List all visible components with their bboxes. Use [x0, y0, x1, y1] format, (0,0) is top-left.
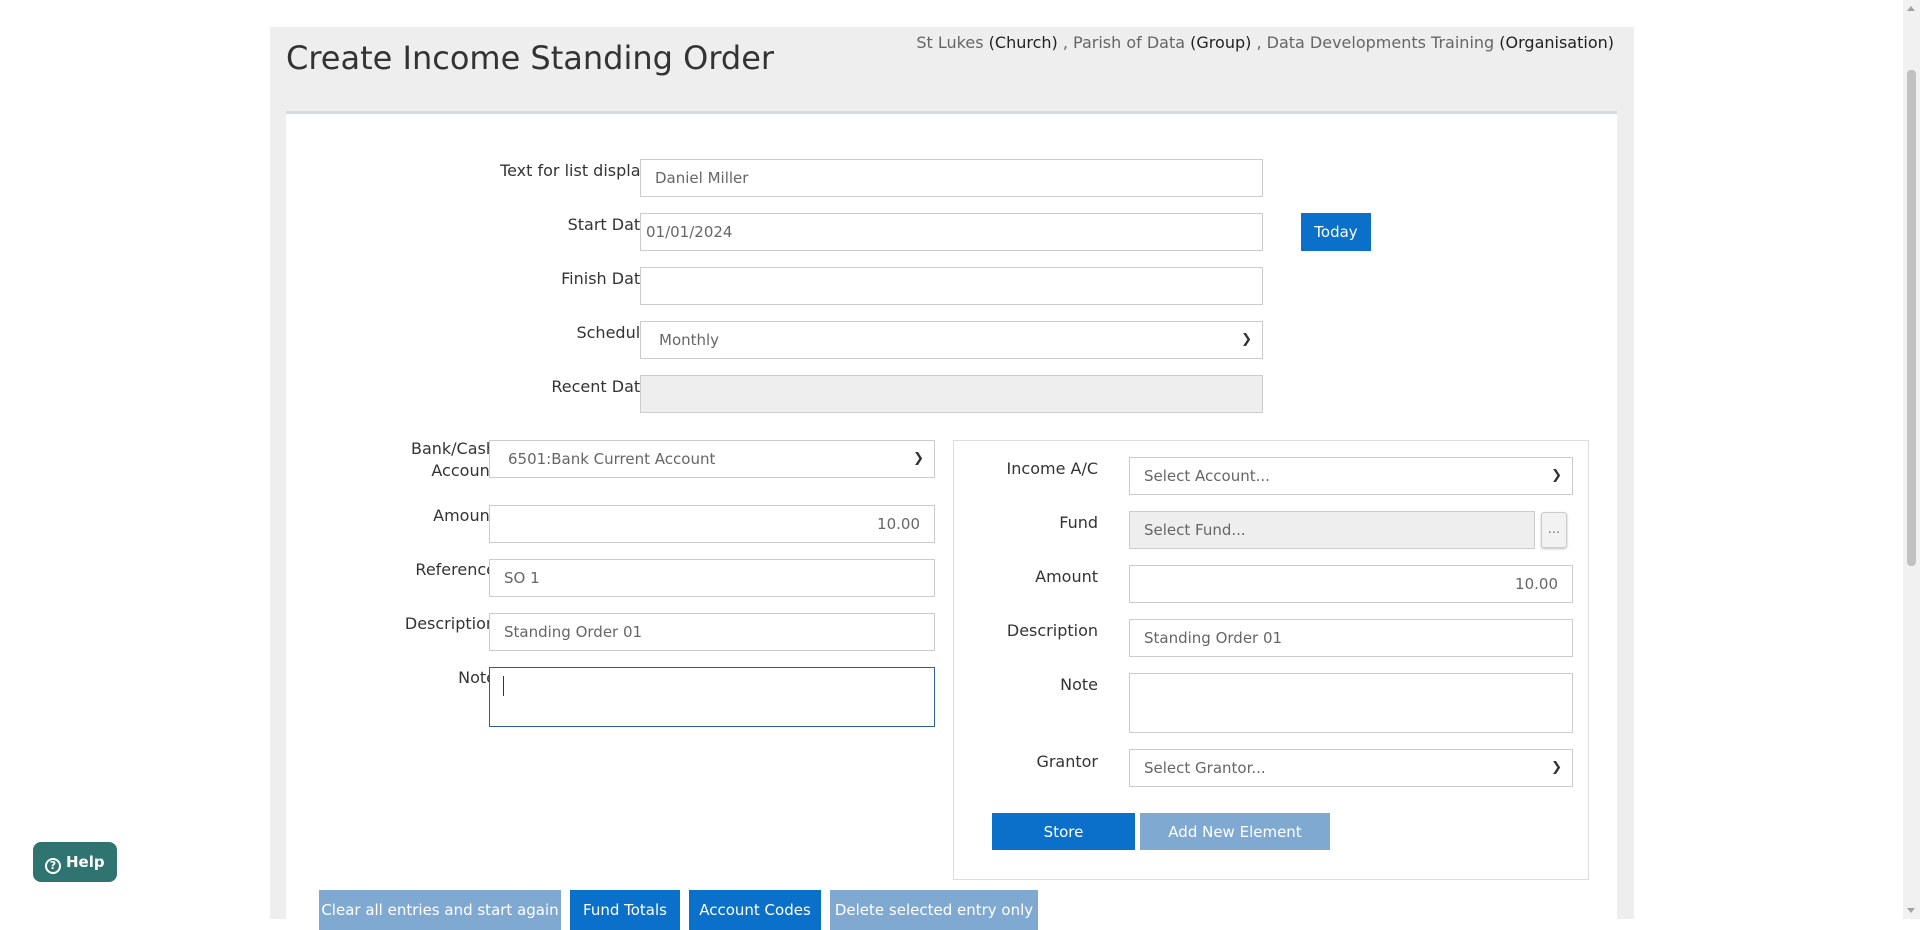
breadcrumb-organisation-kind: (Organisation): [1499, 33, 1614, 52]
breadcrumb-church-kind: (Church): [988, 33, 1058, 52]
recent-date-input: [640, 375, 1263, 413]
account-codes-button[interactable]: Account Codes: [689, 890, 821, 930]
scroll-up-arrow-icon[interactable]: [1907, 6, 1915, 11]
income-account-label: Income A/C: [1006, 459, 1098, 478]
chevron-down-icon: ❯: [1241, 332, 1252, 347]
bank-account-select[interactable]: 6501:Bank Current Account ❯: [489, 440, 935, 478]
fund-label: Fund: [1059, 513, 1098, 532]
fund-input: Select Fund...: [1129, 511, 1535, 549]
income-note-textarea[interactable]: [1129, 673, 1573, 733]
chevron-down-icon: ❯: [1551, 468, 1562, 483]
bank-description-label: Description: [404, 614, 496, 633]
finish-date-label: Finish Date: [561, 269, 650, 288]
scrollbar-thumb[interactable]: [1907, 70, 1916, 566]
income-amount-label: Amount: [1035, 567, 1098, 586]
help-button[interactable]: ? Help: [33, 842, 117, 882]
recent-date-label: Recent Date: [551, 377, 650, 396]
page-container: St Lukes (Church) , Parish of Data (Grou…: [270, 27, 1634, 930]
help-label: Help: [66, 853, 105, 871]
delete-selected-button[interactable]: Delete selected entry only: [830, 890, 1038, 930]
breadcrumb-organisation[interactable]: Data Developments Training: [1267, 33, 1495, 52]
fund-totals-button[interactable]: Fund Totals: [570, 890, 680, 930]
reference-input[interactable]: SO 1: [489, 559, 935, 597]
chevron-down-icon: ❯: [913, 451, 924, 466]
income-account-value: Select Account...: [1144, 467, 1270, 485]
start-date-label: Start Date: [567, 215, 650, 234]
scroll-down-arrow-icon[interactable]: [1907, 908, 1915, 913]
finish-date-input[interactable]: [640, 267, 1263, 305]
income-note-label: Note: [1060, 675, 1098, 694]
reference-label: Reference: [415, 560, 496, 579]
clear-all-button[interactable]: Clear all entries and start again: [319, 890, 561, 930]
start-date-input[interactable]: 01/01/2024: [640, 213, 1263, 251]
schedule-value: Monthly: [659, 331, 720, 349]
breadcrumb-church[interactable]: St Lukes: [916, 33, 983, 52]
bank-note-label: Note: [458, 668, 496, 687]
add-new-element-button[interactable]: Add New Element: [1140, 813, 1330, 850]
fund-picker-button[interactable]: ...: [1541, 512, 1567, 548]
bank-account-value: 6501:Bank Current Account: [508, 450, 716, 468]
chevron-down-icon: ❯: [1551, 760, 1562, 775]
breadcrumb-group[interactable]: Parish of Data: [1073, 33, 1185, 52]
bank-account-label-line1: Bank/Cash: [410, 439, 496, 458]
grantor-value: Select Grantor...: [1144, 759, 1266, 777]
list-display-input[interactable]: Daniel Miller: [640, 159, 1263, 197]
income-element-box: Income A/C Select Account... ❯ Fund Sele…: [953, 440, 1589, 880]
list-display-label: Text for list display: [500, 161, 650, 180]
income-description-label: Description: [1006, 621, 1098, 640]
grantor-label: Grantor: [1036, 752, 1098, 771]
breadcrumb-separator: ,: [1057, 33, 1074, 52]
income-account-select[interactable]: Select Account... ❯: [1129, 457, 1573, 495]
form-panel: Text for list display Daniel Miller Star…: [286, 111, 1617, 930]
page-title: Create Income Standing Order: [286, 39, 775, 77]
bank-description-input[interactable]: Standing Order 01: [489, 613, 935, 651]
bank-amount-label: Amount: [433, 506, 496, 525]
schedule-label: Schedule: [576, 323, 650, 342]
income-amount-input[interactable]: 10.00: [1129, 565, 1573, 603]
today-button[interactable]: Today: [1301, 213, 1371, 251]
bank-account-label-line2: Account: [431, 461, 496, 480]
schedule-select[interactable]: Monthly ❯: [640, 321, 1263, 359]
store-button[interactable]: Store: [992, 813, 1135, 850]
breadcrumb-group-kind: (Group): [1190, 33, 1252, 52]
breadcrumb-separator: ,: [1251, 33, 1267, 52]
text-cursor: [503, 676, 504, 696]
bank-account-label: Bank/Cash Account: [326, 438, 496, 482]
bank-note-textarea[interactable]: [489, 667, 935, 727]
grantor-select[interactable]: Select Grantor... ❯: [1129, 749, 1573, 787]
help-circle-icon: ?: [45, 858, 61, 874]
income-description-input[interactable]: Standing Order 01: [1129, 619, 1573, 657]
page-scrollbar[interactable]: [1903, 0, 1920, 919]
breadcrumb: St Lukes (Church) , Parish of Data (Grou…: [916, 33, 1614, 52]
bank-amount-input[interactable]: 10.00: [489, 505, 935, 543]
